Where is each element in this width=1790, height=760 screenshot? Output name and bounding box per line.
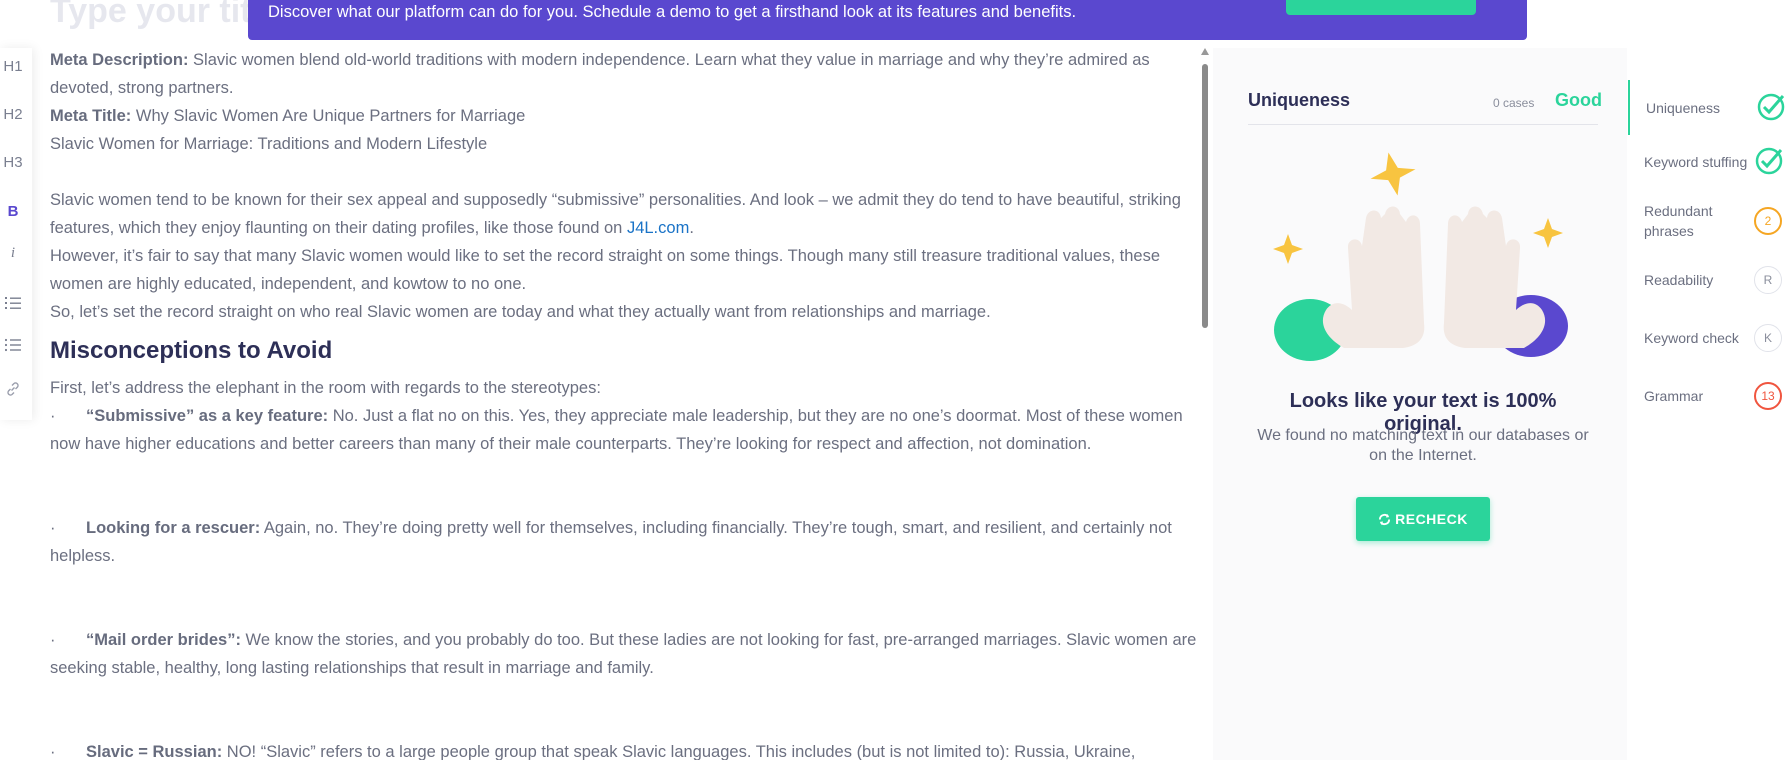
readability-badge: R bbox=[1754, 266, 1782, 294]
result-description: We found no matching text in our databas… bbox=[1257, 427, 1589, 464]
scroll-up-arrow[interactable] bbox=[1201, 48, 1209, 55]
promo-banner: Discover what our platform can do for yo… bbox=[248, 0, 1527, 40]
panel-title: Uniqueness bbox=[1248, 90, 1351, 110]
recheck-button[interactable]: RECHECK bbox=[1356, 497, 1490, 541]
document-title-placeholder[interactable]: Type your title bbox=[50, 0, 280, 31]
check-label: Keyword check bbox=[1644, 330, 1739, 346]
panel-header: Uniqueness 0 cases Good bbox=[1248, 84, 1602, 125]
check-label: Grammar bbox=[1644, 388, 1704, 404]
meta-title-label: Meta Title: bbox=[50, 107, 132, 125]
check-label: Uniqueness bbox=[1646, 100, 1720, 116]
high-five-illustration bbox=[1273, 152, 1568, 361]
check-label: Redundant phrases bbox=[1644, 203, 1713, 239]
list-item-label: Slavic = Russian: bbox=[86, 743, 223, 760]
refresh-icon bbox=[1379, 513, 1391, 526]
sparkle-icon bbox=[1533, 218, 1563, 248]
paragraph-3: So, let’s set the record straight on who… bbox=[50, 303, 991, 321]
link-button[interactable] bbox=[0, 381, 26, 397]
status-badge: Good bbox=[1555, 90, 1602, 110]
paragraph-1-text: Slavic women tend to be known for their … bbox=[50, 191, 1181, 237]
ordered-list-button[interactable] bbox=[0, 296, 26, 310]
list-item-label: “Mail order brides”: bbox=[86, 631, 241, 649]
paragraph-1-end: . bbox=[689, 219, 694, 237]
schedule-demo-button[interactable] bbox=[1286, 0, 1476, 15]
list-item: · Looking for a rescuer: Again, no. They’… bbox=[50, 514, 1200, 570]
right-hand bbox=[1443, 206, 1546, 348]
list-item-label: “Submissive” as a key feature: bbox=[86, 407, 329, 425]
list-item-label: Looking for a rescuer: bbox=[86, 519, 261, 537]
uniqueness-panel: Uniqueness 0 cases Good Looks like your … bbox=[1213, 48, 1627, 760]
check-passed-icon bbox=[1756, 92, 1785, 121]
check-label: Keyword stuffing bbox=[1644, 154, 1748, 170]
check-item-readability[interactable]: Readability R bbox=[1628, 258, 1790, 304]
keyword-badge: K bbox=[1754, 324, 1782, 352]
list-item: · “Submissive” as a key feature: No. Just… bbox=[50, 402, 1200, 458]
meta-description-label: Meta Description: bbox=[50, 51, 189, 69]
check-passed-icon bbox=[1754, 146, 1783, 175]
recheck-label: RECHECK bbox=[1395, 511, 1468, 527]
bullet-marker: · bbox=[50, 407, 56, 425]
banner-text: Discover what our platform can do for yo… bbox=[268, 3, 1077, 21]
redundant-count-badge: 2 bbox=[1754, 207, 1782, 235]
checks-sidebar: Uniqueness Keyword stuffing Redundant ph… bbox=[1628, 80, 1790, 760]
meta-title-text: Why Slavic Women Are Unique Partners for… bbox=[131, 107, 526, 125]
check-item-redundant-phrases[interactable]: Redundant phrases 2 bbox=[1628, 196, 1790, 246]
bullet-marker: · bbox=[50, 631, 56, 649]
editor-scrollbar-thumb[interactable] bbox=[1202, 64, 1208, 328]
j4l-link[interactable]: J4L.com bbox=[627, 219, 689, 237]
section-heading: Misconceptions to Avoid bbox=[50, 337, 333, 364]
check-label: Readability bbox=[1644, 272, 1714, 288]
bullet-marker: · bbox=[50, 743, 56, 760]
link-icon bbox=[7, 382, 19, 396]
check-item-keyword-stuffing[interactable]: Keyword stuffing bbox=[1628, 136, 1790, 191]
bullet-list-button[interactable] bbox=[0, 338, 26, 352]
h3-button[interactable]: H3 bbox=[0, 154, 26, 171]
bullet-marker: · bbox=[50, 519, 56, 537]
formatting-toolbar: H1 H2 H3 B i bbox=[0, 48, 32, 420]
intro-paragraph: First, let’s address the elephant in the… bbox=[50, 379, 601, 397]
subtitle-line: Slavic Women for Marriage: Traditions an… bbox=[50, 135, 488, 153]
cases-count: 0 cases bbox=[1493, 96, 1535, 110]
list-item: · Slavic = Russian: NO! “Slavic” refers t… bbox=[50, 738, 1200, 760]
paragraph-2: However, it’s fair to say that many Slav… bbox=[50, 247, 1161, 293]
left-hand bbox=[1322, 206, 1425, 348]
check-item-grammar[interactable]: Grammar 13 bbox=[1628, 374, 1790, 420]
h2-button[interactable]: H2 bbox=[0, 106, 26, 123]
meta-description-line: Meta Description: Slavic women blend old… bbox=[50, 46, 1200, 102]
grammar-count-badge: 13 bbox=[1754, 382, 1782, 410]
bold-button[interactable]: B bbox=[0, 203, 26, 220]
meta-description-text: Slavic women blend old-world traditions … bbox=[50, 51, 1150, 97]
paragraph-1: Slavic women tend to be known for their … bbox=[50, 186, 1200, 242]
italic-button[interactable]: i bbox=[0, 245, 26, 262]
sparkle-icon bbox=[1273, 234, 1303, 264]
bullet-list-icon bbox=[5, 338, 21, 352]
check-item-keyword-check[interactable]: Keyword check K bbox=[1628, 316, 1790, 362]
meta-title-line: Meta Title: Why Slavic Women Are Unique … bbox=[50, 102, 1200, 130]
ordered-list-icon bbox=[5, 297, 21, 309]
sparkle-icon bbox=[1370, 152, 1416, 196]
h1-button[interactable]: H1 bbox=[0, 58, 26, 75]
list-item: · “Mail order brides”: We know the storie… bbox=[50, 626, 1200, 682]
check-item-uniqueness[interactable]: Uniqueness bbox=[1628, 80, 1790, 135]
text-editor[interactable]: Meta Description: Slavic women blend old… bbox=[50, 46, 1200, 760]
